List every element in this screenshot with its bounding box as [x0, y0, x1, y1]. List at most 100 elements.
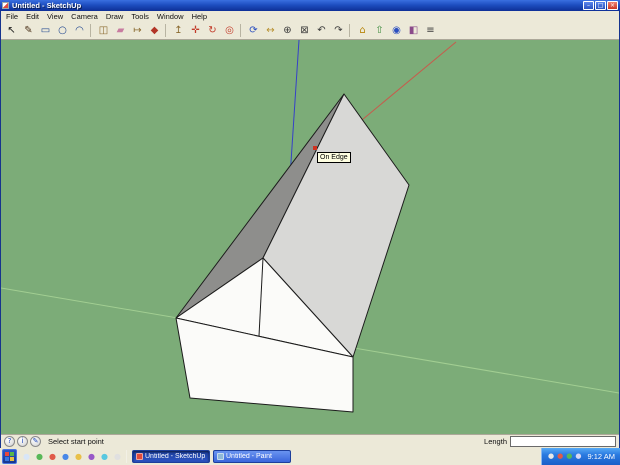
menu-file[interactable]: File — [2, 11, 22, 22]
sketchup-logo-icon — [2, 2, 9, 9]
orbit-icon: ⟳ — [249, 24, 258, 36]
tray-icon-2[interactable]: ● — [557, 448, 563, 465]
orbit-tool[interactable]: ⟳ — [245, 23, 262, 39]
make-component-tool[interactable]: ◫ — [95, 23, 112, 39]
inference-point — [313, 146, 317, 150]
quick-launch-4[interactable]: ● — [59, 449, 72, 464]
zoom-extents-tool[interactable]: ⊠ — [296, 23, 313, 39]
task-app-icon — [217, 453, 224, 460]
select-tool[interactable]: ↖ — [3, 23, 20, 39]
toolbar: ↖ ✎ ▭ ○ ◠ ◫ ▰ ↦ ◆ ↥ ✛ ↻ ◎ ⟳ ↔ ⊕ ⊠ ↶ ↷ ⌂ ⇧ ◉ ◧ ≡ — [1, 22, 619, 40]
previous-view-tool[interactable]: ↶ — [313, 23, 330, 39]
menu-help[interactable]: Help — [188, 11, 211, 22]
materials-button[interactable]: ◧ — [405, 23, 422, 39]
menu-label: Camera — [71, 12, 98, 21]
close-button[interactable]: × — [607, 1, 618, 10]
circle-icon: ○ — [58, 24, 67, 36]
help-status-icon[interactable]: ? — [4, 436, 15, 447]
share-models-tool[interactable]: ⇧ — [371, 23, 388, 39]
offset-tool[interactable]: ◎ — [221, 23, 238, 39]
quick-launch-1[interactable]: ● — [20, 449, 33, 464]
task-label: Untitled - SketchUp — [145, 453, 206, 460]
titlebar[interactable]: Untitled - SketchUp – □ × — [0, 0, 620, 11]
make-component-icon: ◫ — [98, 24, 109, 36]
instructor-icon: ✎ — [32, 437, 39, 445]
quick-launch-bar: ● ● ● ● ● ● ● ● — [20, 449, 124, 464]
menu-window[interactable]: Window — [153, 11, 188, 22]
rotate-icon: ↻ — [208, 24, 217, 36]
eraser-icon: ▰ — [116, 24, 125, 36]
maximize-button[interactable]: □ — [595, 1, 606, 10]
taskbar: ● ● ● ● ● ● ● ● Untitled - SketchUp Untitled - … — [0, 448, 620, 465]
window-controls: – □ × — [583, 1, 618, 10]
tray-icon-1[interactable]: ● — [548, 448, 554, 465]
next-view-icon: ↷ — [334, 24, 343, 36]
rotate-tool[interactable]: ↻ — [204, 23, 221, 39]
quick-launch-8[interactable]: ● — [111, 449, 124, 464]
offset-icon: ◎ — [225, 24, 234, 36]
taskbar-button-sketchup[interactable]: Untitled - SketchUp — [132, 450, 210, 463]
push-pull-tool[interactable]: ↥ — [170, 23, 187, 39]
windows-flag-icon — [5, 452, 14, 461]
model-info-button[interactable]: ◉ — [388, 23, 405, 39]
line-tool[interactable]: ✎ — [20, 23, 37, 39]
help-icon: ? — [7, 437, 12, 445]
rectangle-tool[interactable]: ▭ — [37, 23, 54, 39]
select-icon: ↖ — [7, 24, 16, 36]
status-message: Select start point — [48, 437, 104, 446]
statusbar: ? i ✎ Select start point Length — [1, 434, 619, 448]
inference-tooltip: On Edge — [317, 152, 351, 163]
get-models-tool[interactable]: ⌂ — [354, 23, 371, 39]
credits-icon: i — [21, 437, 24, 445]
length-input[interactable] — [510, 436, 616, 447]
share-models-icon: ⇧ — [375, 24, 384, 36]
layers-button[interactable]: ≡ — [422, 23, 439, 39]
quick-launch-7[interactable]: ● — [98, 449, 111, 464]
quick-launch-2[interactable]: ● — [33, 449, 46, 464]
next-view-tool[interactable]: ↷ — [330, 23, 347, 39]
model-info-icon: ◉ — [392, 24, 401, 36]
quick-launch-3[interactable]: ● — [46, 449, 59, 464]
menu-label: Help — [191, 12, 207, 21]
menu-label: Draw — [105, 12, 124, 21]
previous-view-icon: ↶ — [317, 24, 326, 36]
tray-icon-3[interactable]: ● — [566, 448, 572, 465]
menu-draw[interactable]: Draw — [102, 11, 128, 22]
zoom-extents-icon: ⊠ — [300, 24, 309, 36]
menu-edit[interactable]: Edit — [22, 11, 43, 22]
menu-camera[interactable]: Camera — [67, 11, 102, 22]
circle-tool[interactable]: ○ — [54, 23, 71, 39]
zoom-icon: ⊕ — [283, 24, 292, 36]
modeling-viewport[interactable]: On Edge — [1, 40, 619, 434]
task-label: Untitled - Paint — [226, 453, 272, 460]
menu-label: View — [47, 12, 64, 21]
paint-bucket-tool[interactable]: ◆ — [146, 23, 163, 39]
menu-label: Edit — [26, 12, 40, 21]
eraser-tool[interactable]: ▰ — [112, 23, 129, 39]
sketchup-window: Untitled - SketchUp – □ × File Edit View Ca… — [0, 0, 620, 465]
menu-label: Window — [156, 12, 184, 21]
menu-tools[interactable]: Tools — [127, 11, 153, 22]
zoom-tool[interactable]: ⊕ — [279, 23, 296, 39]
system-tray: ● ● ● ● 9:12 AM — [541, 448, 620, 465]
line-icon: ✎ — [24, 24, 33, 36]
menu-view[interactable]: View — [43, 11, 67, 22]
instructor-status-icon[interactable]: ✎ — [30, 436, 41, 447]
quick-launch-5[interactable]: ● — [72, 449, 85, 464]
start-button[interactable] — [2, 449, 17, 464]
pan-icon: ↔ — [266, 24, 275, 36]
quick-launch-6[interactable]: ● — [85, 449, 98, 464]
move-icon: ✛ — [191, 24, 200, 36]
minimize-button[interactable]: – — [583, 1, 594, 10]
credits-status-icon[interactable]: i — [17, 436, 28, 447]
model-canvas[interactable] — [1, 40, 619, 434]
pan-tool[interactable]: ↔ — [262, 23, 279, 39]
move-tool[interactable]: ✛ — [187, 23, 204, 39]
tray-icon-4[interactable]: ● — [575, 448, 581, 465]
toolbar-separator — [90, 24, 93, 37]
get-models-icon: ⌂ — [359, 24, 366, 36]
arc-tool[interactable]: ◠ — [71, 23, 88, 39]
tape-measure-tool[interactable]: ↦ — [129, 23, 146, 39]
taskbar-button-paint[interactable]: Untitled - Paint — [213, 450, 291, 463]
menu-label: File — [6, 12, 19, 21]
